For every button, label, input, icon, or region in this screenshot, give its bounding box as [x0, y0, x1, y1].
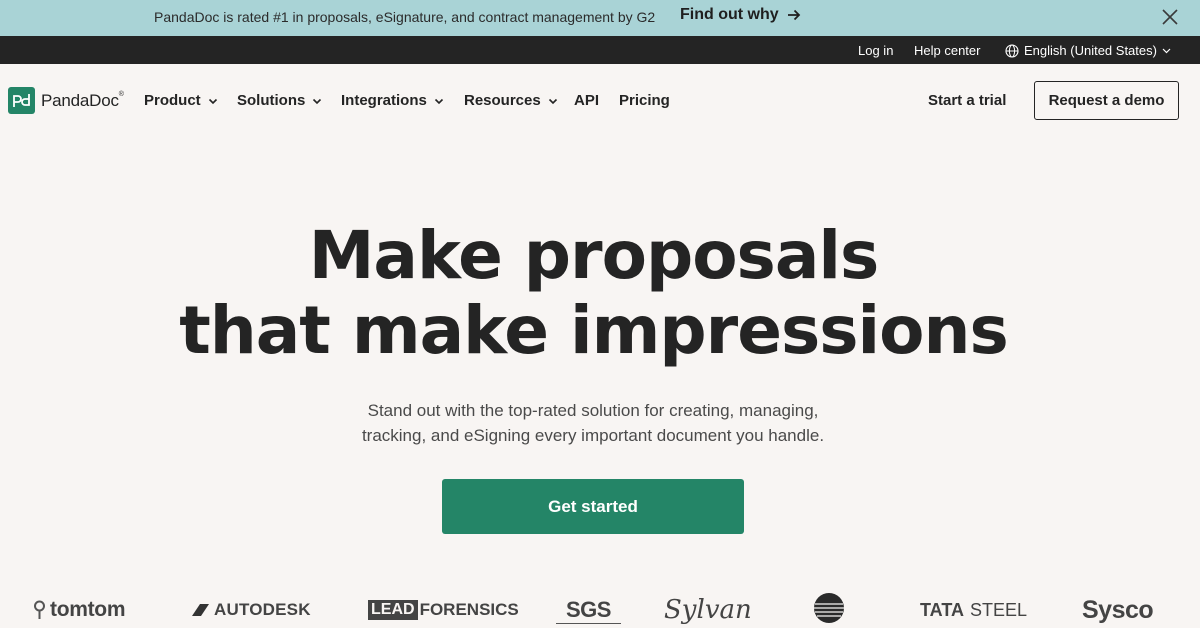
chevron-down-icon: [548, 98, 557, 104]
sysco-logo: Sysco: [1082, 592, 1154, 628]
autodesk-text: AUTODESK: [214, 600, 311, 619]
nav-product[interactable]: Product: [144, 92, 218, 109]
hero-subtitle-line2: tracking, and eSigning every important d…: [361, 426, 825, 445]
nav-integrations[interactable]: Integrations: [341, 92, 444, 109]
nav-integrations-label: Integrations: [341, 92, 427, 109]
nav-pricing[interactable]: Pricing: [619, 92, 670, 109]
chevron-down-icon: [1162, 48, 1171, 54]
language-label: English (United States): [1024, 43, 1157, 58]
forensics-text: FORENSICS: [419, 600, 519, 619]
location-pin-icon: [34, 600, 45, 619]
lead-forensics-logo: LEAD FORENSICS: [368, 592, 519, 628]
chevron-down-icon: [434, 98, 443, 104]
sgs-logo: SGS: [556, 592, 621, 628]
pandadoc-logo-icon: [8, 87, 35, 114]
striped-globe-icon: [814, 593, 844, 623]
steel-text: STEEL: [969, 599, 1028, 620]
announcement-bar: PandaDoc is rated #1 in proposals, eSign…: [0, 0, 1200, 36]
login-link[interactable]: Log in: [858, 43, 893, 58]
start-trial-link[interactable]: Start a trial: [928, 92, 1006, 109]
utility-bar: Log in Help center English (United State…: [0, 36, 1200, 64]
help-center-link[interactable]: Help center: [914, 43, 980, 58]
hero-title-line2: that make impressions: [179, 292, 1009, 369]
main-nav: PandaDoc® Product Solutions Integrations…: [0, 64, 1200, 136]
autodesk-mark-icon: [192, 604, 209, 616]
nav-api[interactable]: API: [574, 92, 599, 109]
nav-solutions-label: Solutions: [237, 92, 306, 109]
arrow-right-icon: [787, 9, 800, 21]
tomtom-logo: tomtom: [33, 592, 125, 628]
nav-api-label: API: [574, 92, 600, 109]
globe-icon: [1005, 43, 1019, 58]
nav-resources[interactable]: Resources: [464, 92, 558, 109]
tomtom-text: tomtom: [50, 598, 126, 621]
nav-solutions[interactable]: Solutions: [237, 92, 322, 109]
get-started-button[interactable]: Get started: [442, 479, 744, 534]
sylvan-logo: Sylvan: [664, 592, 752, 628]
chevron-down-icon: [208, 98, 217, 104]
find-out-why-link[interactable]: Find out why: [680, 6, 801, 24]
hero-subtitle: Stand out with the top-rated solution fo…: [300, 398, 886, 448]
pandadoc-logo[interactable]: PandaDoc®: [8, 87, 124, 114]
language-selector[interactable]: English (United States): [1005, 43, 1171, 58]
hero-title: Make proposals that make impressions: [0, 218, 1187, 368]
lead-text: LEAD: [368, 600, 418, 620]
nav-resources-label: Resources: [464, 92, 541, 109]
find-out-why-label: Find out why: [680, 6, 779, 23]
sysco-text: Sysco: [1082, 595, 1154, 624]
sylvan-text: Sylvan: [664, 595, 752, 625]
announcement-text: PandaDoc is rated #1 in proposals, eSign…: [154, 9, 656, 25]
hero-title-line1: Make proposals: [308, 217, 880, 294]
sgs-text: SGS: [556, 597, 621, 624]
close-icon[interactable]: [1160, 7, 1180, 27]
nav-product-label: Product: [144, 92, 201, 109]
tata-steel-logo: TATA STEEL: [920, 592, 1027, 628]
logo-text: PandaDoc®: [41, 90, 124, 110]
nav-pricing-label: Pricing: [619, 92, 670, 109]
globe-brand-logo: [810, 592, 848, 628]
chevron-down-icon: [313, 98, 322, 104]
autodesk-logo: AUTODESK: [192, 592, 311, 628]
tata-text: TATA: [920, 599, 964, 620]
request-demo-button[interactable]: Request a demo: [1034, 81, 1179, 120]
hero-subtitle-line1: Stand out with the top-rated solution fo…: [367, 401, 819, 420]
